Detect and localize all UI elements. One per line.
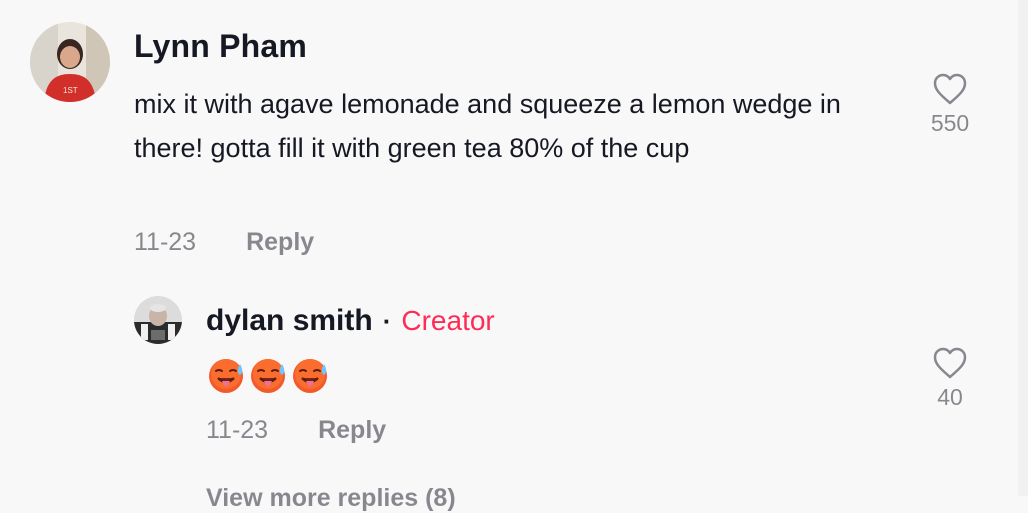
reply-text bbox=[206, 356, 330, 396]
user-avatar-photo-icon bbox=[134, 296, 182, 344]
like-count: 550 bbox=[930, 110, 970, 136]
replier-username[interactable]: dylan smith bbox=[206, 304, 373, 338]
heart-outline-icon[interactable] bbox=[932, 346, 968, 380]
commenter-username[interactable]: Lynn Pham bbox=[134, 28, 307, 65]
commenter-avatar[interactable]: 1ST bbox=[30, 22, 110, 102]
comment-meta: 11-23 Reply bbox=[134, 228, 314, 257]
reply-button[interactable]: Reply bbox=[246, 228, 314, 257]
hot-face-emoji-icon bbox=[209, 359, 243, 393]
reply-button[interactable]: Reply bbox=[318, 416, 386, 445]
hot-face-emoji-icon bbox=[251, 359, 285, 393]
comment-text: mix it with agave lemonade and squeeze a… bbox=[134, 89, 841, 163]
heart-outline-icon[interactable] bbox=[932, 72, 968, 106]
creator-badge: Creator bbox=[401, 305, 495, 336]
like-count: 40 bbox=[937, 384, 963, 410]
scroll-edge bbox=[1018, 0, 1028, 496]
comment-date: 11-23 bbox=[134, 228, 197, 256]
reply-like[interactable]: 40 bbox=[910, 346, 990, 411]
comment-like[interactable]: 550 bbox=[910, 72, 990, 137]
svg-text:1ST: 1ST bbox=[63, 86, 78, 95]
replier-username-row: dylan smith · Creator bbox=[206, 304, 495, 338]
replier-avatar[interactable] bbox=[134, 296, 182, 344]
reply-meta: 11-23 Reply bbox=[206, 416, 386, 445]
hot-face-emoji-icon bbox=[293, 359, 327, 393]
separator-dot: · bbox=[382, 305, 392, 336]
user-avatar-photo-icon: 1ST bbox=[30, 22, 110, 102]
reply-date: 11-23 bbox=[206, 416, 269, 444]
comment-item: 1ST Lynn Pham mix it with agave lemonade… bbox=[0, 0, 1018, 290]
view-more-replies-button[interactable]: View more replies (8) bbox=[206, 484, 456, 513]
